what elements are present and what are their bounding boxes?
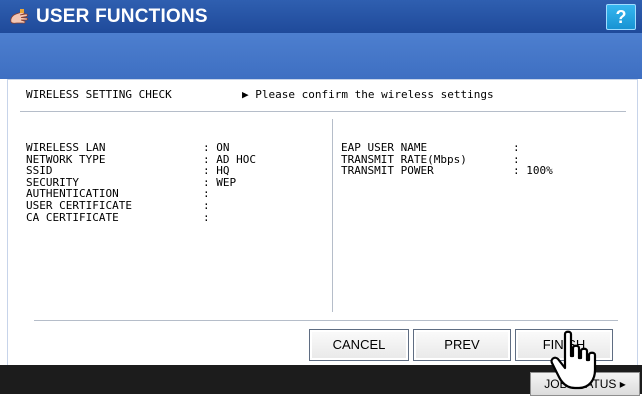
divider-vertical [332,119,333,312]
setting-value: : [203,187,210,201]
sub-header-bar [0,33,642,79]
screen-instruction: ▶ Please confirm the wireless settings [242,88,494,101]
screen-heading: WIRELESS SETTING CHECK [26,88,172,101]
setting-value: : [203,198,210,212]
setting-value: : 100% [513,164,553,178]
setting-label: EAP USER NAME [341,141,428,154]
help-button[interactable]: ? [606,4,636,30]
divider-bottom [34,320,618,321]
title-bar: USER FUNCTIONS ? [0,0,642,33]
pointer-hand-icon [550,330,597,390]
setting-value: : [513,141,520,154]
left-settings-labels: WIRELESS LAN NETWORK TYPE SSID SECURITY … [26,142,132,223]
setting-label: WIRELESS LAN [26,141,106,154]
setting-label: CA CERTIFICATE [26,210,119,224]
setting-value: : WEP [203,175,237,189]
cancel-button[interactable]: CANCEL [309,329,409,361]
left-settings-values: : ON : AD HOC : HQ : WEP : : : [203,142,256,223]
divider-top [20,111,626,112]
setting-value: : [203,210,210,224]
right-settings-labels: EAP USER NAME TRANSMIT RATE(Mbps) TRANSM… [341,142,467,177]
function-hand-icon [10,9,28,24]
right-settings-values: : : : 100% [513,142,553,177]
screen-frame: USER FUNCTIONS ? WIRELESS SETTING CHECK … [0,0,642,396]
setting-label: USER CERTIFICATE [26,198,132,212]
window-title: USER FUNCTIONS [36,6,208,27]
prev-button[interactable]: PREV [413,329,511,361]
setting-value: : ON [203,141,230,154]
setting-label: TRANSMIT POWER [341,164,434,178]
